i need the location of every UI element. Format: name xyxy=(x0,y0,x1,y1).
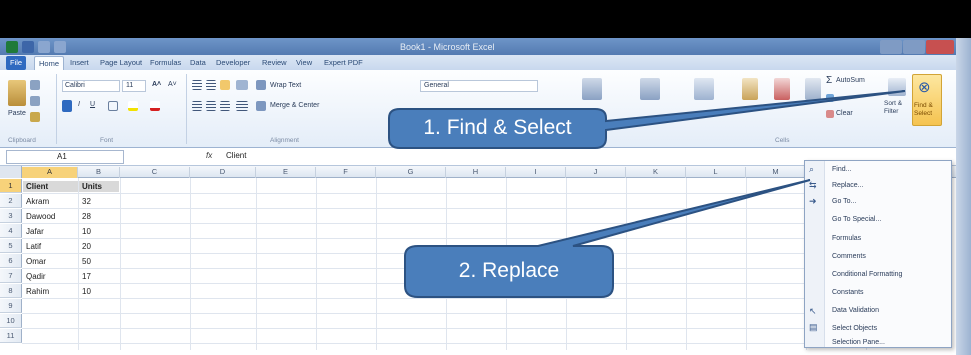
callout-find-select-text: 1. Find & Select xyxy=(423,116,572,139)
callout-replace-text: 2. Replace xyxy=(458,259,560,282)
callout-layer xyxy=(388,90,906,298)
